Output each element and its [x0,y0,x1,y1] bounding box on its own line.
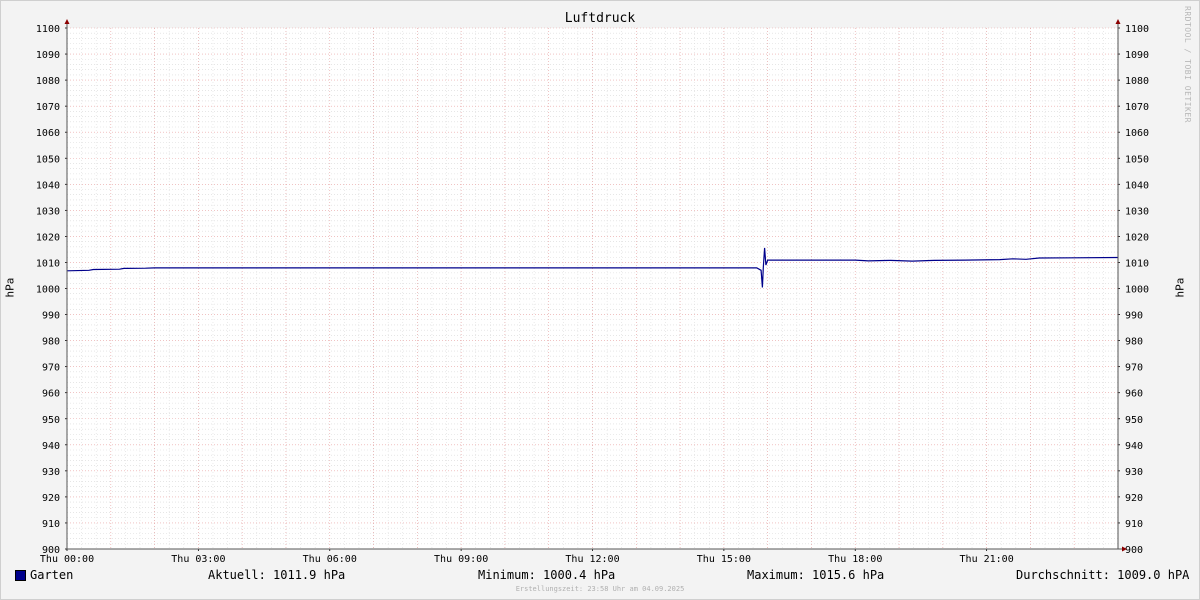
legend-maximum: Maximum: 1015.6 hPa [747,568,885,582]
creation-time: Erstellungszeit: 23:58 Uhr am 04.09.2025 [515,585,685,593]
y-tick-label-right: 1010 [1125,258,1149,269]
x-tick-label: Thu 06:00 [303,554,357,565]
y-tick-label-right: 1020 [1125,232,1149,243]
chart-plot: 900 910 920 930 940 950 960 970 980 990 1000 1010 10… [36,19,1149,565]
y-tick-label-left: 910 [42,519,60,530]
y-tick-label-right: 1080 [1125,76,1149,87]
y-tick-label-right: 1000 [1125,285,1149,296]
x-tick-label: Thu 03:00 [171,554,225,565]
y-tick-label-left: 1000 [36,285,60,296]
y-tick-label-left: 1050 [36,154,60,165]
legend-swatch-garten [15,570,26,581]
x-tick-label: Thu 15:00 [697,554,751,565]
y-tick-label-right: 920 [1125,493,1143,504]
y-tick-label-right: 1040 [1125,180,1149,191]
y-tick-label-right: 910 [1125,519,1143,530]
y-tick-label-left: 970 [42,363,60,374]
legend-average: Durchschnitt: 1009.0 hPA [1016,568,1190,582]
y-tick-label-left: 980 [42,337,60,348]
y-tick-label-left: 950 [42,415,60,426]
y-tick-label-left: 1070 [36,102,60,113]
y-tick-label-right: 1100 [1125,24,1149,35]
y-tick-label-left: 960 [42,389,60,400]
x-tick-label: Thu 18:00 [828,554,882,565]
y-tick-label-right: 930 [1125,467,1143,478]
y-tick-label-right: 1030 [1125,206,1149,217]
y-tick-label-left: 920 [42,493,60,504]
y-tick-label-left: 990 [42,311,60,322]
y-axis-arrow-left [64,19,70,24]
y-tick-label-left: 1010 [36,258,60,269]
y-tick-label-left: 1030 [36,206,60,217]
y-tick-label-right: 940 [1125,441,1143,452]
y-tick-label-left: 1020 [36,232,60,243]
x-tick-label: Thu 12:00 [565,554,619,565]
legend-minimum: Minimum: 1000.4 hPa [478,568,616,582]
y-tick-label-right: 990 [1125,311,1143,322]
y-tick-label-left: 930 [42,467,60,478]
y-tick-label-left: 1090 [36,50,60,61]
y-tick-label-right: 960 [1125,389,1143,400]
y-tick-label-right: 950 [1125,415,1143,426]
y-tick-label-right: 1090 [1125,50,1149,61]
y-tick-label-right: 970 [1125,363,1143,374]
x-tick-label: Thu 21:00 [960,554,1014,565]
x-tick-label: Thu 00:00 [40,554,94,565]
y-tick-label-right: 1070 [1125,102,1149,113]
y-tick-label-right: 900 [1125,545,1143,556]
y-tick-label-left: 1060 [36,128,60,139]
y-tick-label-left: 1040 [36,180,60,191]
y-tick-label-right: 980 [1125,337,1143,348]
legend-current: Aktuell: 1011.9 hPa [208,568,346,582]
y-tick-label-left: 1100 [36,24,60,35]
y-tick-label-right: 1050 [1125,154,1149,165]
legend-series-name: Garten [30,568,74,582]
x-tick-label: Thu 09:00 [434,554,488,565]
y-tick-label-left: 1080 [36,76,60,87]
y-tick-label-left: 940 [42,441,60,452]
y-axis-arrow-right [1115,19,1121,24]
y-tick-label-right: 1060 [1125,128,1149,139]
